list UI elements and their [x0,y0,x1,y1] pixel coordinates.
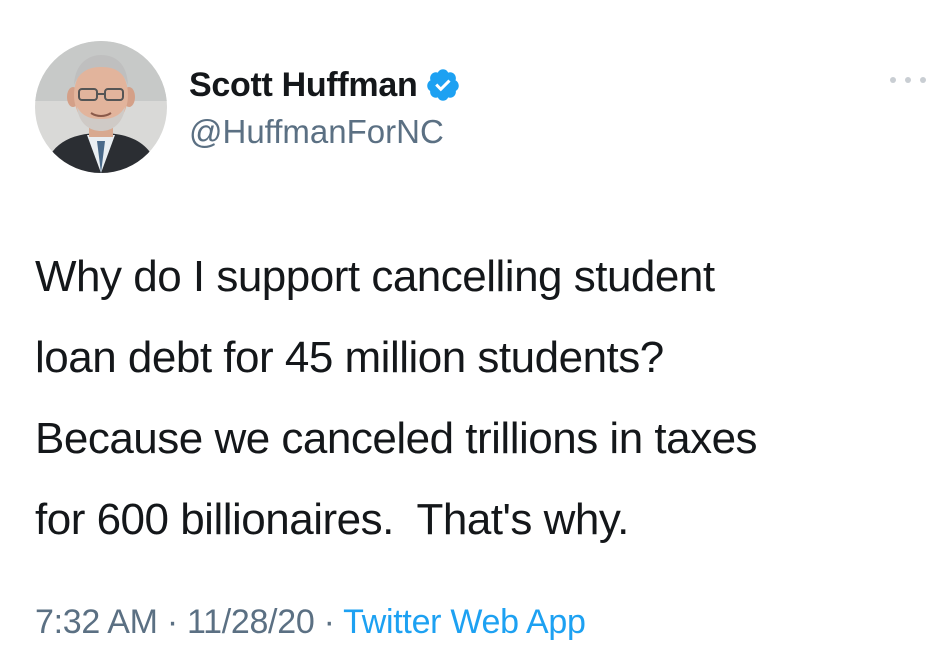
tweet-date[interactable]: 11/28/20 [187,603,315,641]
tweet-time[interactable]: 7:32 AM [35,603,158,641]
tweet-text: Why do I support cancelling student loan… [35,236,930,560]
tweet-text-line: loan debt for 45 million students? [35,333,664,382]
meta-separator: · [323,603,335,641]
tweet-source-link[interactable]: Twitter Web App [343,603,586,641]
more-options-button[interactable] [890,68,926,92]
more-icon [890,77,896,83]
author-name-row: Scott Huffman [189,62,461,108]
tweet-text-line: Because we canceled trillions in taxes [35,414,758,463]
tweet-text-line: for 600 billionaires. That's why. [35,495,629,544]
tweet-text-line: Why do I support cancelling student [35,252,715,301]
tweet-card: Scott Huffman @HuffmanForNC Why do I sup… [0,0,932,664]
author-handle[interactable]: @HuffmanForNC [189,113,444,151]
display-name[interactable]: Scott Huffman [189,66,418,105]
verified-badge-icon [425,67,461,103]
meta-separator: · [166,603,178,641]
tweet-metadata: 7:32 AM · 11/28/20 · Twitter Web App [35,603,586,642]
profile-photo [35,41,167,173]
more-icon [905,77,911,83]
more-icon [920,77,926,83]
avatar[interactable] [35,41,167,173]
